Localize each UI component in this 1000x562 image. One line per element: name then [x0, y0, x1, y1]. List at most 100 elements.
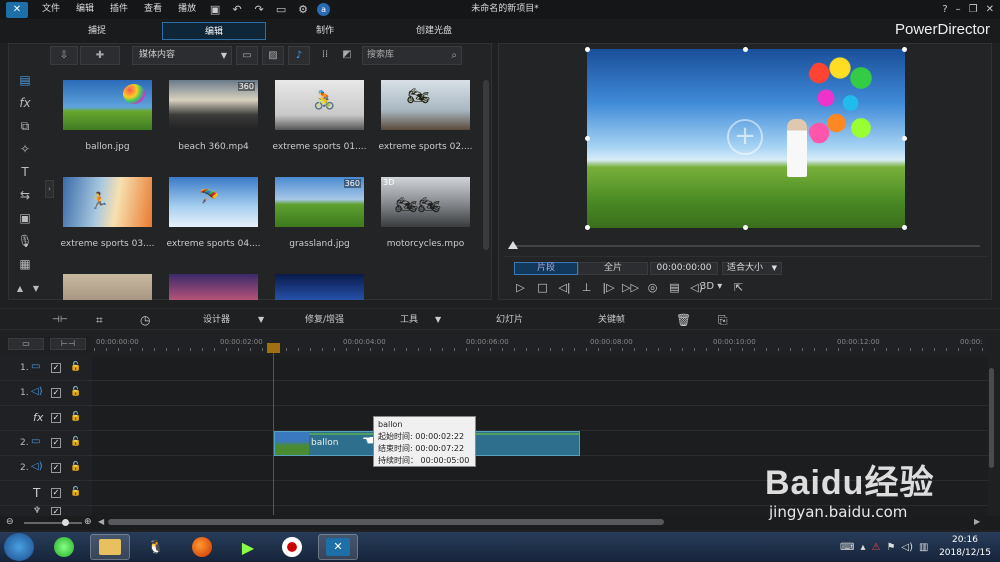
split-icon[interactable]: ⊥ — [578, 281, 595, 295]
menu-view[interactable]: 查看 — [136, 0, 170, 19]
tab-create-disc[interactable]: 创建光盘 — [396, 22, 472, 40]
grid-view-icon[interactable]: ⁞⁞ — [316, 46, 334, 65]
zoom-fit-dropdown[interactable]: 适合大小 ▼ — [722, 262, 782, 275]
taskbar-powerdirector-icon[interactable]: ✕ — [318, 534, 358, 560]
zoom-slider-thumb[interactable] — [62, 519, 69, 526]
timecode-display[interactable]: 00:00:00:00 — [650, 262, 718, 275]
fix-enhance-button[interactable]: 修复/增强 — [305, 309, 344, 331]
taskbar-qq-icon[interactable]: 🐧 — [136, 534, 176, 560]
track-enable-checkbox[interactable]: ✓ — [51, 413, 61, 423]
track-enable-checkbox[interactable]: ✓ — [51, 488, 61, 498]
split-clip-icon[interactable]: ⊣⊢ — [52, 309, 68, 331]
scroll-left-icon[interactable]: ◀ — [98, 517, 104, 526]
resize-handle[interactable] — [902, 136, 907, 141]
move-crosshair-icon[interactable]: + — [727, 119, 763, 155]
movie-mode-button[interactable]: 全片 — [578, 262, 648, 275]
taskbar-browser-icon[interactable] — [44, 534, 84, 560]
track-enable-checkbox[interactable]: ✓ — [51, 438, 61, 448]
fast-forward-icon[interactable]: ▷▷ — [622, 281, 639, 295]
preview-scrub-bar[interactable] — [510, 245, 980, 247]
media-item-extreme-sports-02[interactable]: 🏍 extreme sports 02.... — [373, 70, 478, 160]
filter-image-icon[interactable]: ▨ — [262, 46, 284, 65]
chevron-down-icon[interactable]: ▼ — [435, 309, 441, 331]
redo-icon[interactable]: ↷ — [251, 3, 267, 17]
menu-edit[interactable]: 编辑 — [68, 0, 102, 19]
keyframe-button[interactable]: 关键帧 — [598, 309, 625, 331]
resize-handle[interactable] — [902, 225, 907, 230]
timeline-ruler[interactable]: 00:00:00:00 00:00:02:00 00:00:04:00 00:0… — [94, 336, 988, 353]
fit-timeline-icon[interactable]: ⊢⊣ — [50, 338, 86, 350]
save-icon[interactable]: ▣ — [207, 3, 223, 17]
3d-mode-dropdown[interactable]: 3D ▾ — [700, 281, 722, 292]
media-item-grassland[interactable]: 360 grassland.jpg — [267, 167, 372, 257]
chevron-up-icon[interactable]: ▲ — [12, 281, 28, 297]
scrub-handle[interactable] — [508, 241, 518, 249]
tools-button[interactable]: 工具 — [400, 309, 418, 331]
undo-icon[interactable]: ↶ — [229, 3, 245, 17]
import-media-icon[interactable]: ⇩ — [50, 46, 78, 65]
gear-icon[interactable]: ⚙ — [295, 3, 311, 17]
transition-room-icon[interactable]: ⇆ — [17, 187, 33, 203]
expand-panel-button[interactable]: › — [45, 180, 54, 198]
security-icon[interactable]: ⚠ — [871, 542, 880, 553]
slideshow-button[interactable]: 幻灯片 — [496, 309, 523, 331]
media-item-ballon[interactable]: ballon.jpg — [55, 70, 160, 160]
tab-produce[interactable]: 制作 — [290, 22, 360, 40]
resize-handle[interactable] — [585, 225, 590, 230]
help-icon[interactable]: ? — [942, 0, 947, 19]
account-icon[interactable]: a — [317, 3, 331, 16]
plugin-icon[interactable]: ✚ — [80, 46, 120, 65]
library-content-dropdown[interactable]: 媒体内容 ▼ — [132, 46, 232, 65]
taskbar-explorer-icon[interactable] — [90, 534, 130, 560]
microphone-icon[interactable]: 🎙 — [17, 233, 33, 249]
taskbar-firefox-icon[interactable] — [182, 534, 222, 560]
crop-icon[interactable]: ⌗ — [96, 309, 103, 331]
network-icon[interactable]: ▥ — [919, 542, 928, 553]
lock-icon[interactable]: 🔓 — [70, 487, 81, 497]
resize-handle[interactable] — [743, 47, 748, 52]
play-icon[interactable]: ▷ — [512, 281, 529, 295]
fx-room-icon[interactable]: fx — [17, 95, 33, 111]
lock-icon[interactable]: 🔓 — [70, 387, 81, 397]
lock-icon[interactable]: 🔓 — [70, 462, 81, 472]
minimize-icon[interactable]: – — [956, 0, 961, 19]
search-icon[interactable]: ⌕ — [451, 47, 457, 64]
menu-plugins[interactable]: 插件 — [102, 0, 136, 19]
taskbar-recorder-icon[interactable] — [272, 534, 312, 560]
undock-icon[interactable]: ⇱ — [734, 281, 743, 294]
pip-room-icon[interactable]: ⧉ — [17, 118, 33, 134]
zoom-out-icon[interactable]: ⊖ — [6, 517, 14, 527]
restore-icon[interactable]: ❐ — [969, 0, 978, 19]
track-fx[interactable]: fx ✓ 🔓 — [0, 406, 988, 431]
track-enable-checkbox[interactable]: ✓ — [51, 507, 61, 516]
media-room-icon[interactable]: ▤ — [17, 72, 33, 88]
marker-icon[interactable]: ⎘ — [718, 309, 728, 331]
start-button[interactable] — [4, 533, 34, 561]
subtitle-icon[interactable]: ▤ — [666, 281, 683, 295]
taskbar-app-icon[interactable]: ▶ — [228, 534, 268, 560]
resize-handle[interactable] — [743, 225, 748, 230]
particle-room-icon[interactable]: ✧ — [17, 141, 33, 157]
timeline-hscrollbar[interactable] — [108, 519, 664, 525]
close-icon[interactable]: ✕ — [986, 0, 994, 19]
chevron-down-icon[interactable]: ▼ — [28, 281, 44, 297]
media-item-beach-360[interactable]: 360 beach 360.mp4 — [161, 70, 266, 160]
menu-file[interactable]: 文件 — [34, 0, 68, 19]
track-audio-1[interactable]: 1. ◁) ✓ 🔓 — [0, 381, 988, 406]
designer-button[interactable]: 设计器 — [203, 309, 230, 331]
lock-icon[interactable]: 🔓 — [70, 437, 81, 447]
track-video-1[interactable]: 1. ▭ ✓ 🔓 — [0, 356, 988, 381]
menu-play[interactable]: 播放 — [170, 0, 204, 19]
media-item-partial[interactable] — [55, 264, 160, 300]
audio-mixing-icon[interactable]: ▣ — [17, 210, 33, 226]
snapshot-icon[interactable]: ◎ — [644, 281, 661, 295]
filter-audio-icon[interactable]: ♪ — [288, 46, 310, 65]
resize-handle[interactable] — [585, 47, 590, 52]
lock-icon[interactable]: 🔓 — [70, 362, 81, 372]
subtitle-room-icon[interactable]: ▦ — [17, 256, 33, 272]
track-enable-checkbox[interactable]: ✓ — [51, 463, 61, 473]
resize-handle[interactable] — [902, 47, 907, 52]
zoom-slider[interactable] — [24, 522, 82, 524]
media-item-motorcycles[interactable]: 3D 🏍🏍 motorcycles.mpo — [373, 167, 478, 257]
clip-mode-button[interactable]: 片段 — [514, 262, 578, 275]
